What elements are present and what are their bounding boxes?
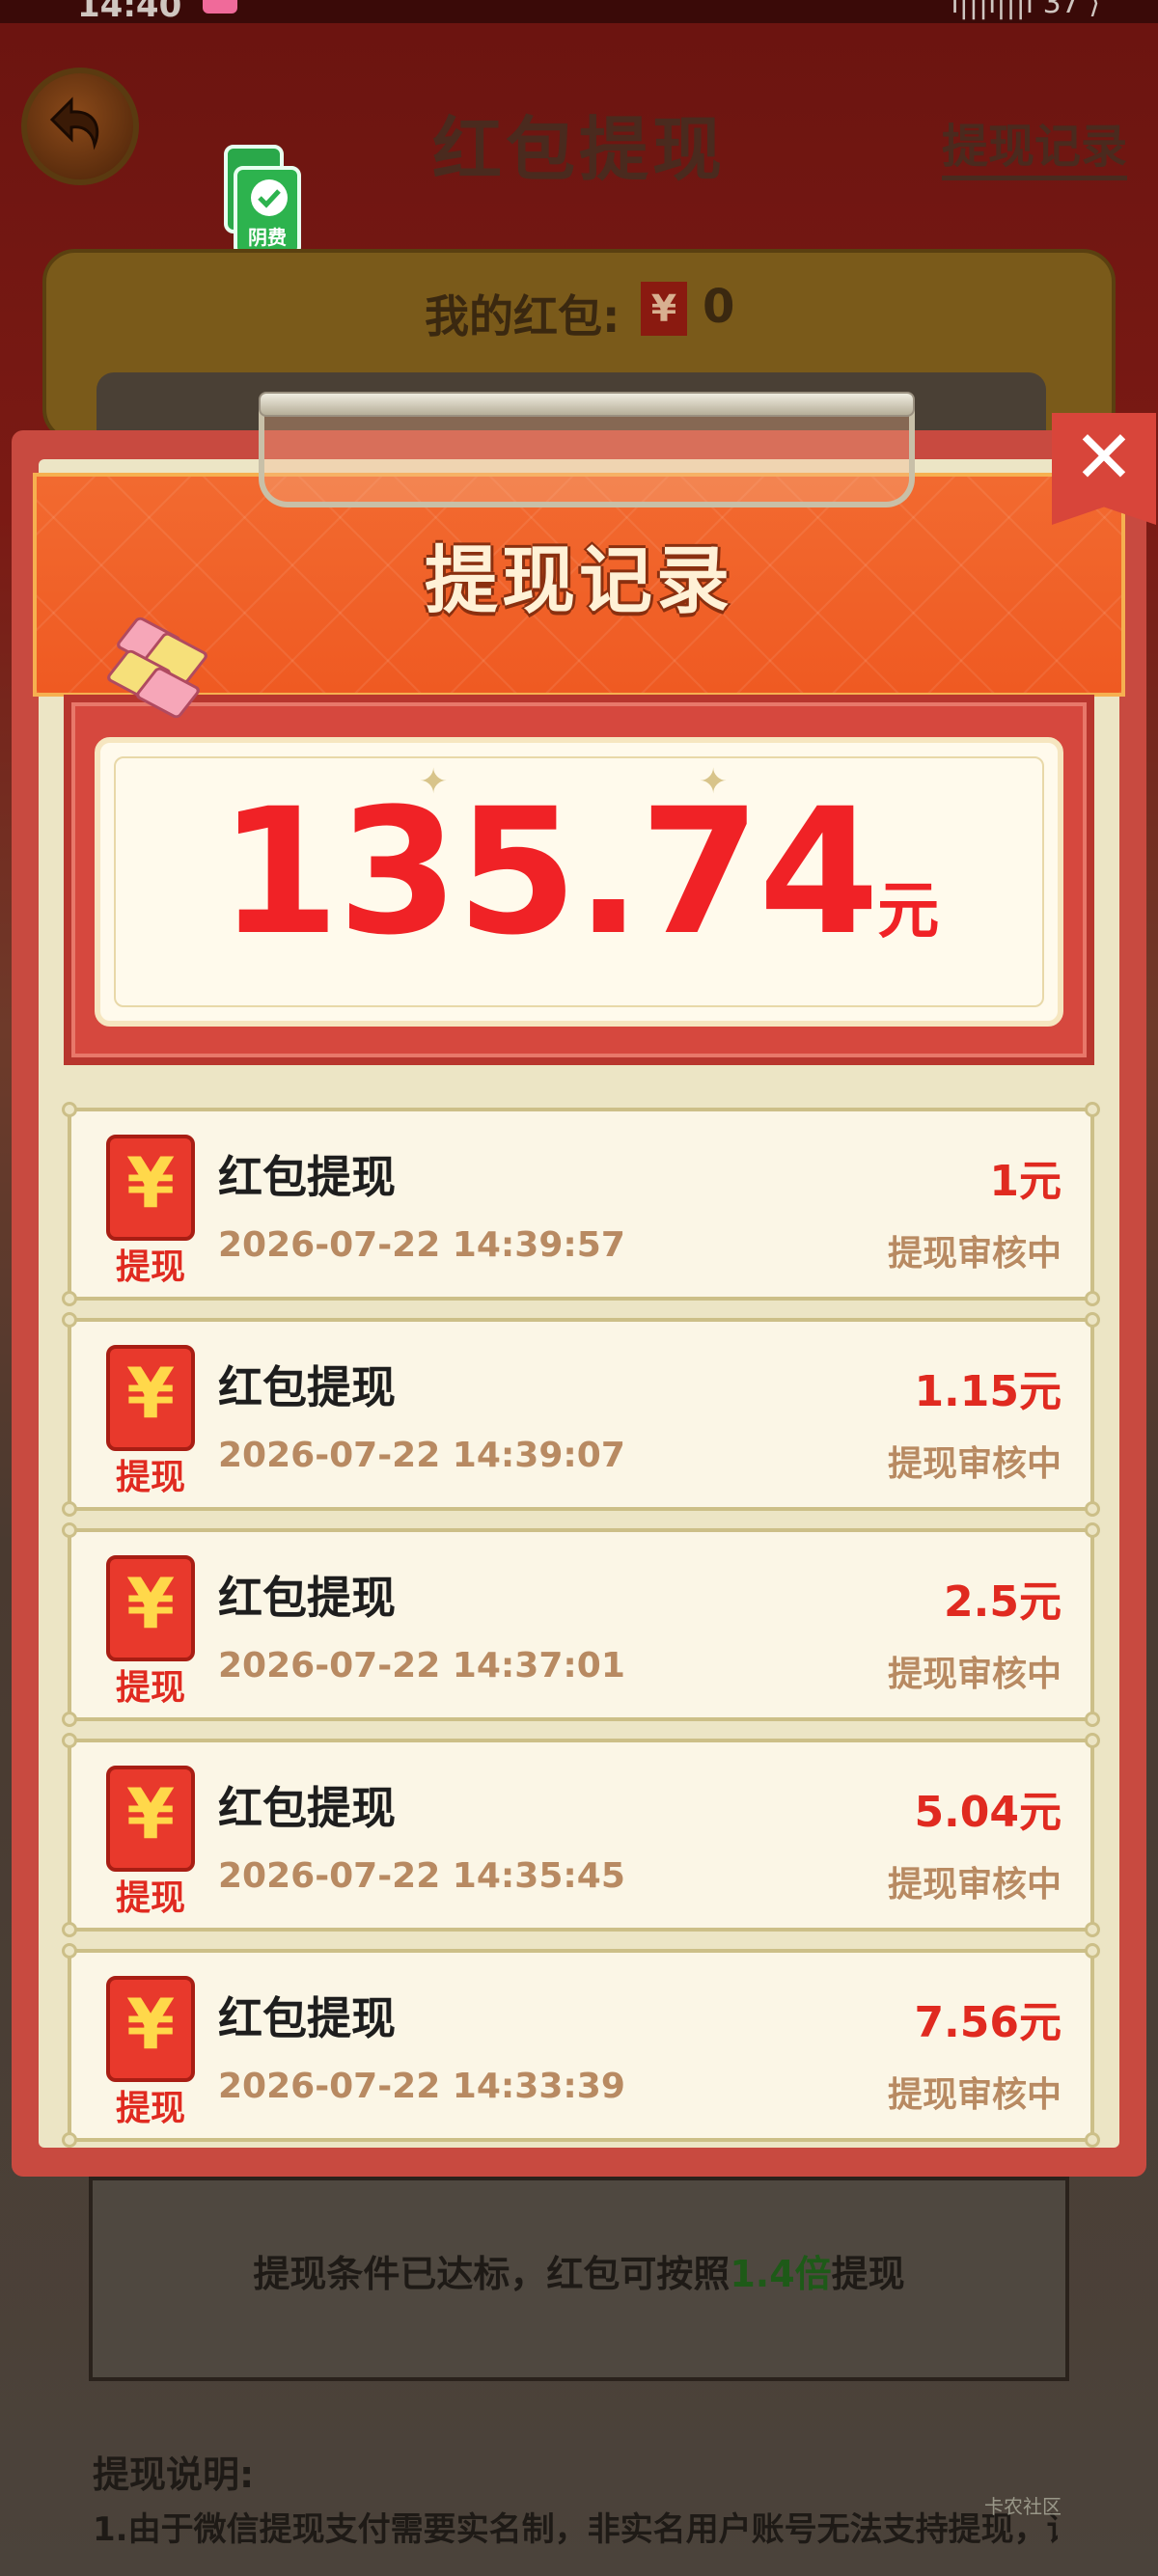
yen-symbol: ¥ xyxy=(125,1353,176,1434)
status-bar: 14:40 l|||l|||l 37 ⟩ xyxy=(0,0,1158,25)
clipboard-bar xyxy=(259,392,915,417)
notes-line: 1.由于微信提现支付需要实名制，非实名用户账号无法支持提现，请 xyxy=(93,2510,1058,2549)
yen-symbol: ¥ xyxy=(125,1773,176,1854)
record-title: 红包提现 xyxy=(218,1782,396,1834)
withdraw-record-list: ¥ 提现 红包提现 2026-07-22 14:39:57 1元 提现审核中 ¥… xyxy=(62,1102,1100,2159)
record-amount: 1元 xyxy=(989,1157,1062,1206)
record-icon-label: 提现 xyxy=(115,1878,185,1918)
notes-title: 提现说明: xyxy=(93,2453,255,2496)
record-status: 提现审核中 xyxy=(887,1865,1062,1905)
record-icon-label: 提现 xyxy=(115,1247,185,1287)
withdraw-record[interactable]: ¥ 提现 红包提现 2026-07-22 14:33:39 7.56元 提现审核… xyxy=(62,1943,1100,2148)
red-envelope-icon: ¥ xyxy=(106,1555,195,1661)
condition-prefix: 提现条件已达标，红包可按照 xyxy=(253,2253,731,2295)
record-amount: 5.04元 xyxy=(914,1788,1062,1837)
close-icon: ✕ xyxy=(1073,414,1135,500)
record-amount: 1.15元 xyxy=(914,1367,1062,1416)
record-status: 提现审核中 xyxy=(887,1444,1062,1484)
total-amount-value: 135.74 xyxy=(218,772,880,973)
red-envelope-icon: ¥ xyxy=(106,1135,195,1241)
record-amount: 7.56元 xyxy=(914,1998,1062,2047)
record-title: 红包提现 xyxy=(218,1151,396,1203)
record-status: 提现审核中 xyxy=(887,1655,1062,1694)
yen-symbol: ¥ xyxy=(125,1563,176,1644)
fee-badge[interactable]: 阴费 xyxy=(224,145,301,257)
withdraw-history-link[interactable]: 提现记录 xyxy=(942,108,1128,180)
record-time: 2026-07-22 14:39:57 xyxy=(218,1225,625,1265)
record-title: 红包提现 xyxy=(218,1361,396,1413)
wallet-label: 我的红包: xyxy=(425,290,620,343)
withdraw-record[interactable]: ¥ 提现 红包提现 2026-07-22 14:39:07 1.15元 提现审核… xyxy=(62,1312,1100,1517)
yen-symbol: ¥ xyxy=(125,1142,176,1223)
badge-label: 阴费 xyxy=(248,226,287,249)
condition-text: 提现条件已达标，红包可按照1.4倍提现 xyxy=(0,2244,1158,2297)
red-envelope-icon: ¥ xyxy=(106,1766,195,1872)
withdraw-record[interactable]: ¥ 提现 红包提现 2026-07-22 14:39:57 1元 提现审核中 xyxy=(62,1102,1100,1306)
record-time: 2026-07-22 14:33:39 xyxy=(218,2067,625,2106)
wallet-amount: 0 xyxy=(703,280,735,334)
close-button[interactable]: ✕ xyxy=(1052,413,1156,525)
check-icon xyxy=(251,179,288,216)
withdraw-record[interactable]: ¥ 提现 红包提现 2026-07-22 14:37:01 2.5元 提现审核中 xyxy=(62,1522,1100,1727)
status-indicators: l|||l|||l 37 ⟩ xyxy=(951,0,1100,20)
gems-icon xyxy=(104,614,220,729)
record-status: 提现审核中 xyxy=(887,2075,1062,2115)
record-icon-label: 提现 xyxy=(115,1458,185,1497)
record-status: 提现审核中 xyxy=(887,1234,1062,1274)
clipboard-clip xyxy=(259,401,915,507)
withdraw-record[interactable]: ¥ 提现 红包提现 2026-07-22 14:35:45 5.04元 提现审核… xyxy=(62,1733,1100,1937)
notification-dot-icon xyxy=(203,0,237,14)
red-envelope-icon: ¥ xyxy=(106,1345,195,1451)
yen-icon: ¥ xyxy=(641,282,687,336)
record-icon-label: 提现 xyxy=(115,1668,185,1708)
modal-title: 提现记录 xyxy=(425,537,733,623)
badge-front-card: 阴费 xyxy=(234,166,301,257)
record-time: 2026-07-22 14:35:45 xyxy=(218,1856,625,1896)
condition-multiplier: 1.4倍 xyxy=(730,2253,832,2295)
yen-symbol: ¥ xyxy=(125,1984,176,2065)
record-title: 红包提现 xyxy=(218,1992,396,2044)
total-amount: 135.74元 xyxy=(0,772,1158,973)
record-icon-label: 提现 xyxy=(115,2089,185,2128)
red-envelope-icon: ¥ xyxy=(106,1976,195,2082)
watermark-logo: 卡农社区 xyxy=(984,2495,1062,2518)
status-time: 14:40 xyxy=(77,0,182,25)
record-time: 2026-07-22 14:37:01 xyxy=(218,1646,625,1685)
record-time: 2026-07-22 14:39:07 xyxy=(218,1436,625,1475)
record-amount: 2.5元 xyxy=(944,1577,1062,1627)
record-title: 红包提现 xyxy=(218,1572,396,1624)
condition-suffix: 提现 xyxy=(831,2253,905,2295)
total-amount-unit: 元 xyxy=(877,876,940,947)
